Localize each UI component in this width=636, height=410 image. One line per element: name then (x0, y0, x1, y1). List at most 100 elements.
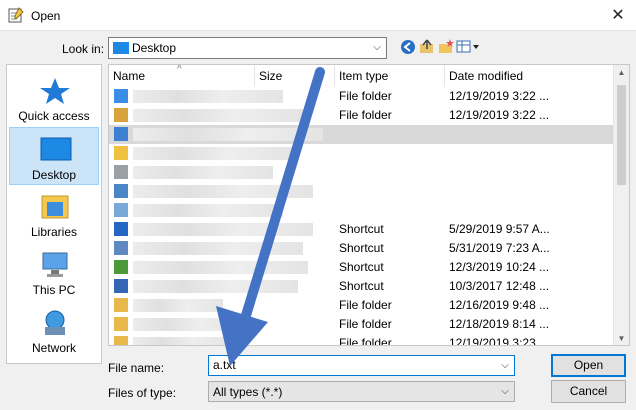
file-item-date (449, 182, 613, 201)
file-item-date: 12/16/2019 9:48 ... (449, 298, 550, 312)
sort-ascending-icon: ^ (177, 64, 182, 75)
place-this-pc[interactable]: This PC (9, 243, 99, 301)
redacted-file-name (133, 90, 283, 103)
open-button[interactable]: Open (551, 354, 626, 377)
file-type-label: Files of type: (108, 386, 177, 400)
file-item-type: File folder (339, 89, 392, 103)
scroll-up-icon[interactable]: ▲ (614, 65, 629, 81)
view-menu-icon[interactable] (456, 38, 480, 56)
file-item-date: 5/29/2019 9:57 A... (449, 222, 550, 236)
file-row[interactable]: File folder 12/19/2019 3:22 ... (109, 106, 615, 125)
file-item-date (449, 144, 613, 163)
file-list[interactable]: Name ^ Size Item type Date modified File… (108, 64, 630, 346)
file-row[interactable]: Shortcut 5/29/2019 9:57 A... (109, 220, 615, 239)
file-item-type: File folder (339, 336, 392, 346)
file-name-value: a.txt (213, 358, 236, 372)
file-item-icon (114, 279, 128, 293)
redacted-file-name (133, 185, 313, 198)
file-row[interactable]: Shortcut 10/3/2017 12:48 ... (109, 277, 615, 296)
new-folder-icon[interactable] (437, 38, 455, 56)
file-item-type: Shortcut (339, 279, 384, 293)
redacted-file-name (133, 204, 283, 217)
file-item-date (449, 125, 613, 144)
place-label: Network (31, 341, 76, 355)
file-item-type: File folder (339, 108, 392, 122)
column-header-type[interactable]: Item type (335, 65, 445, 87)
file-item-icon (114, 146, 128, 160)
redacted-file-name (133, 261, 308, 274)
file-row[interactable] (109, 163, 615, 182)
redacted-file-name (133, 242, 303, 255)
file-item-type: File folder (339, 298, 392, 312)
place-quick-access[interactable]: Quick access (9, 69, 99, 127)
look-in-dropdown[interactable]: Desktop ⌵ (108, 37, 387, 59)
column-header-date[interactable]: Date modified (445, 65, 615, 87)
file-item-icon (114, 241, 128, 255)
redacted-file-name (133, 318, 243, 331)
scroll-thumb[interactable] (617, 85, 626, 185)
file-item-date: 5/31/2019 7:23 A... (449, 241, 550, 255)
place-label: This PC (32, 283, 76, 297)
file-item-date: 12/3/2019 10:24 ... (449, 260, 550, 274)
file-item-icon (114, 127, 128, 141)
redacted-file-name (133, 223, 313, 236)
file-row[interactable]: File folder 12/19/2019 3:22 ... (109, 87, 615, 106)
title-bar: Open ✕ (0, 0, 636, 31)
file-item-type: Shortcut (339, 260, 384, 274)
redacted-file-name (133, 337, 233, 345)
file-row[interactable]: File folder 12/19/2019 3:23 ... (109, 334, 615, 346)
this-pc-icon (42, 252, 68, 277)
vertical-scrollbar[interactable]: ▲ ▼ (613, 65, 629, 345)
redacted-file-name (133, 166, 273, 179)
file-item-type (339, 125, 443, 144)
file-item-type (339, 201, 443, 220)
file-item-date (449, 163, 613, 182)
file-item-type (339, 144, 443, 163)
cancel-button[interactable]: Cancel (551, 380, 626, 403)
file-item-icon (114, 317, 128, 331)
file-type-dropdown[interactable]: All types (*.*) ⌵ (208, 381, 515, 402)
redacted-file-name (133, 280, 298, 293)
chevron-down-icon[interactable]: ⌵ (496, 356, 514, 376)
desktop-icon (113, 42, 129, 54)
file-name-label: File name: (108, 361, 165, 375)
file-row[interactable] (109, 182, 615, 201)
back-icon[interactable] (399, 38, 417, 56)
file-item-type: Shortcut (339, 241, 384, 255)
place-network[interactable]: Network (9, 301, 99, 359)
file-row[interactable] (109, 125, 615, 144)
file-item-icon (114, 108, 128, 122)
file-item-icon (114, 184, 128, 198)
file-row[interactable]: Shortcut 5/31/2019 7:23 A... (109, 239, 615, 258)
column-header-name[interactable]: Name ^ (109, 65, 255, 87)
file-item-date (449, 201, 613, 220)
look-in-label: Look in: (62, 42, 105, 56)
redacted-file-name (133, 299, 223, 312)
file-item-type: File folder (339, 317, 392, 331)
file-row[interactable]: File folder 12/16/2019 9:48 ... (109, 296, 615, 315)
file-item-icon (114, 165, 128, 179)
up-folder-icon[interactable] (418, 38, 436, 56)
file-row[interactable] (109, 144, 615, 163)
column-header-size[interactable]: Size (255, 65, 335, 87)
file-item-date: 10/3/2017 12:48 ... (449, 279, 550, 293)
redacted-file-name (133, 109, 303, 122)
place-label: Desktop (31, 168, 77, 182)
file-item-date: 12/19/2019 3:23 ... (449, 336, 550, 346)
place-desktop[interactable]: Desktop (9, 127, 99, 185)
place-libraries[interactable]: Libraries (9, 185, 99, 243)
close-button[interactable]: ✕ (600, 0, 636, 31)
file-row[interactable] (109, 201, 615, 220)
scroll-down-icon[interactable]: ▼ (614, 331, 629, 345)
file-row[interactable]: Shortcut 12/3/2019 10:24 ... (109, 258, 615, 277)
chevron-down-icon: ⌵ (373, 42, 381, 53)
desktop-icon (40, 137, 72, 161)
network-icon (45, 310, 65, 335)
file-name-input[interactable]: a.txt ⌵ (208, 355, 515, 376)
place-label: Libraries (30, 225, 78, 239)
file-item-icon (114, 203, 128, 217)
file-row[interactable]: File folder 12/18/2019 8:14 ... (109, 315, 615, 334)
quick-access-star-icon (40, 78, 70, 104)
file-type-value: All types (*.*) (213, 385, 283, 399)
notepad-icon (8, 7, 24, 23)
